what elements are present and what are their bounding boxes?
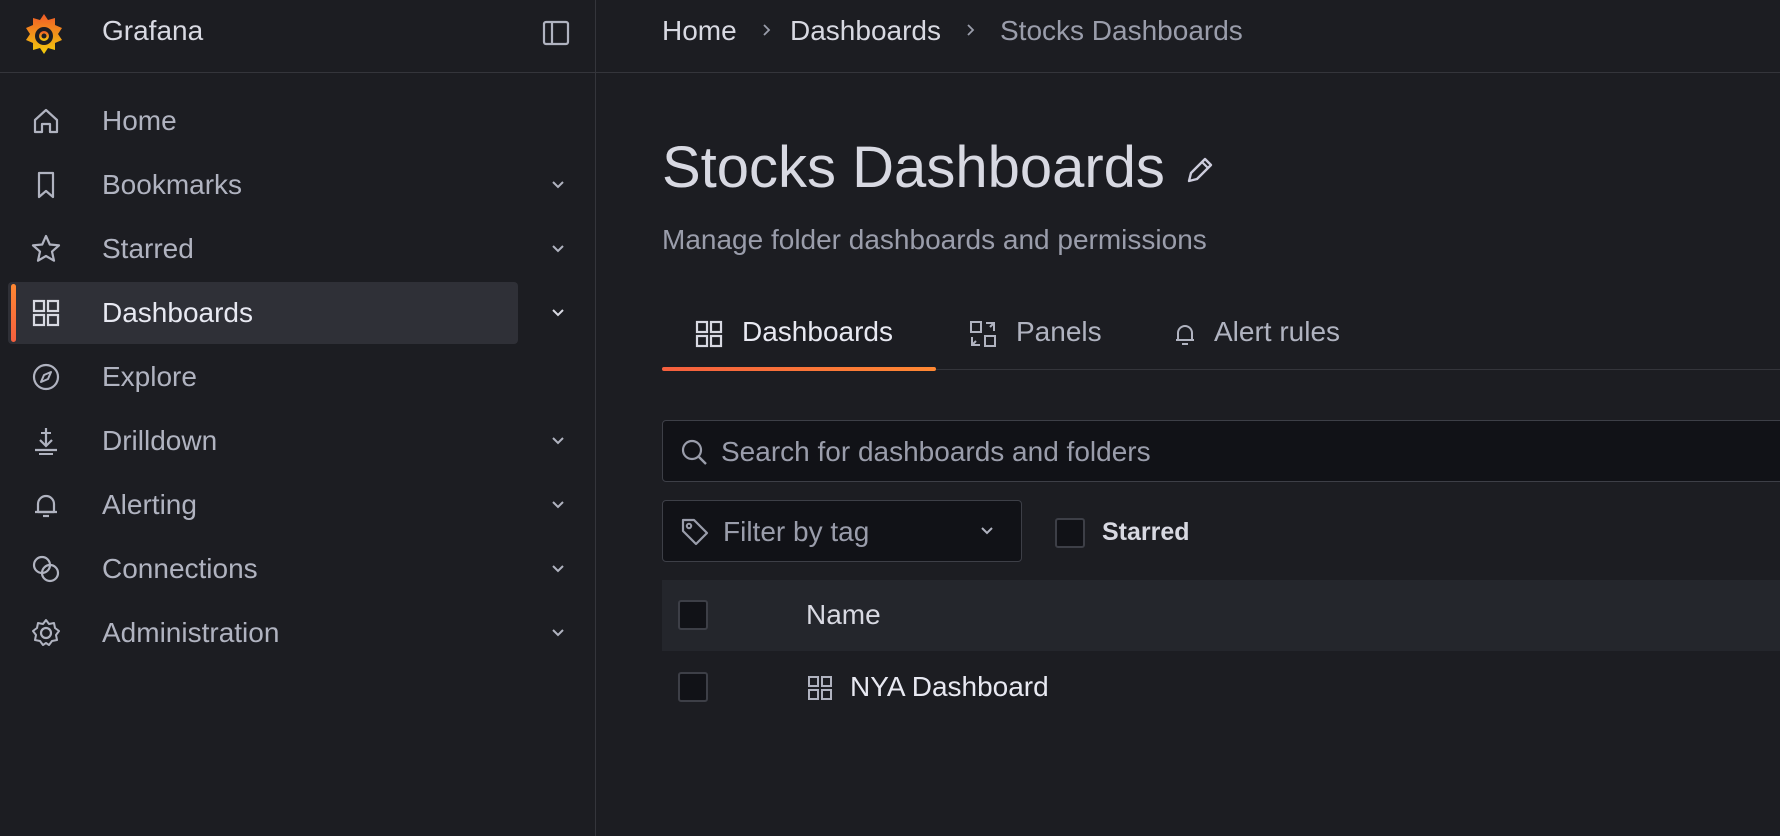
sidebar-item-explore[interactable]: Explore — [8, 346, 518, 408]
sidebar-item-label: Bookmarks — [102, 169, 243, 200]
bell-icon — [35, 494, 57, 518]
sidebar-item-drilldown[interactable]: Drilldown — [8, 410, 518, 472]
tag-filter-placeholder: Filter by tag — [723, 516, 870, 547]
compass-icon — [32, 363, 60, 391]
breadcrumb: Home Dashboards Stocks Dashboards — [596, 0, 1780, 73]
page-title: Stocks Dashboards — [662, 135, 1165, 200]
chevron-down-icon[interactable] — [548, 623, 568, 643]
search-input[interactable] — [719, 421, 1773, 483]
breadcrumb-dashboards[interactable]: Dashboards — [790, 15, 941, 47]
sidebar: Grafana Home Bookmarks Starred Dashboard… — [0, 0, 596, 836]
chevron-right-icon — [967, 24, 975, 36]
star-icon — [31, 234, 61, 262]
pencil-icon[interactable] — [1183, 153, 1217, 187]
library-panel-icon — [970, 321, 996, 347]
bookmark-icon — [37, 171, 55, 199]
table-header: Name — [662, 580, 1780, 651]
sidebar-item-home[interactable]: Home — [8, 90, 518, 152]
sidebar-item-bookmarks[interactable]: Bookmarks — [8, 154, 518, 216]
breadcrumb-current: Stocks Dashboards — [1000, 15, 1243, 46]
sidebar-item-label: Explore — [102, 361, 197, 392]
chevron-down-icon[interactable] — [548, 303, 568, 323]
apps-grid-icon — [808, 676, 832, 700]
chevron-down-icon[interactable] — [548, 431, 568, 451]
breadcrumb-home[interactable]: Home — [662, 15, 737, 47]
chevron-down-icon — [981, 527, 993, 535]
dashboard-link[interactable]: NYA Dashboard — [850, 671, 1049, 703]
sidebar-item-dashboards[interactable]: Dashboards — [8, 282, 518, 344]
select-all-checkbox[interactable] — [678, 600, 708, 630]
starred-checkbox[interactable] — [1055, 518, 1085, 548]
page-subtitle: Manage folder dashboards and permissions — [662, 224, 1207, 255]
tag-filter-select[interactable]: Filter by tag — [662, 500, 1022, 562]
tag-icon — [681, 518, 709, 546]
app-title: Grafana — [102, 15, 204, 46]
tab-label: Dashboards — [742, 316, 893, 347]
dock-panel-icon[interactable] — [541, 18, 571, 48]
connections-icon — [32, 555, 60, 583]
bell-icon — [1176, 325, 1194, 345]
cog-icon — [32, 619, 60, 646]
row-checkbox[interactable] — [678, 672, 708, 702]
sidebar-item-starred[interactable]: Starred — [8, 218, 518, 280]
chevron-down-icon[interactable] — [548, 175, 568, 195]
search-icon — [681, 439, 707, 465]
sidebar-item-label: Home — [102, 105, 177, 136]
sidebar-header: Grafana — [0, 0, 596, 73]
starred-label: Starred — [1102, 518, 1190, 546]
search-box — [662, 420, 1780, 483]
sidebar-item-label: Drilldown — [102, 425, 218, 456]
apps-grid-icon — [695, 320, 723, 348]
chevron-down-icon[interactable] — [548, 495, 568, 515]
tab-bar: Dashboards Panels Alert rules — [662, 300, 1780, 371]
sidebar-item-administration[interactable]: Administration — [8, 602, 518, 664]
column-header-name[interactable]: Name — [806, 599, 881, 631]
sidebar-item-label: Starred — [102, 233, 194, 264]
sidebar-item-label: Connections — [102, 553, 258, 584]
tab-label: Panels — [1016, 316, 1102, 347]
chevron-right-icon — [763, 24, 771, 36]
sidebar-item-label: Alerting — [102, 489, 197, 520]
grafana-logo-icon[interactable] — [20, 10, 68, 58]
tab-alert-rules[interactable]: Alert rules — [1170, 300, 1370, 370]
table-row[interactable]: NYA Dashboard — [662, 651, 1780, 723]
sidebar-item-label: Dashboards — [102, 297, 253, 328]
tab-panels[interactable]: Panels — [968, 300, 1118, 370]
chevron-down-icon[interactable] — [548, 239, 568, 259]
home-icon — [33, 108, 59, 134]
tab-label: Alert rules — [1214, 316, 1341, 347]
sidebar-item-label: Administration — [102, 617, 280, 648]
chevron-down-icon[interactable] — [548, 559, 568, 579]
drilldown-icon — [35, 428, 57, 455]
sidebar-item-connections[interactable]: Connections — [8, 538, 518, 600]
tab-dashboards[interactable]: Dashboards — [662, 300, 936, 371]
apps-grid-icon — [32, 299, 60, 327]
sidebar-item-alerting[interactable]: Alerting — [8, 474, 518, 536]
